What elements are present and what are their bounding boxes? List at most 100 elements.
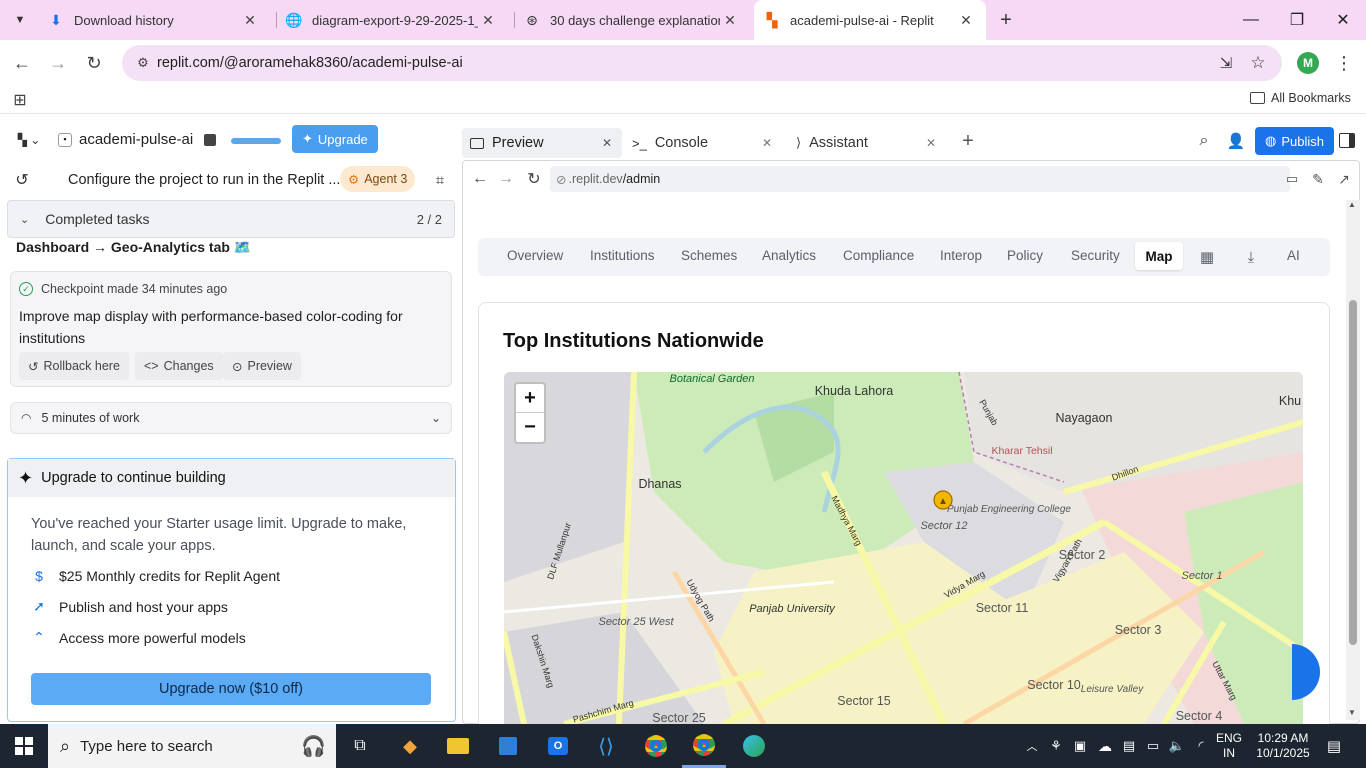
scroll-up-icon[interactable]: ▲ [1348, 200, 1356, 209]
tab-download-history[interactable]: ⬇ Download history ✕ [38, 0, 270, 40]
nav-security[interactable]: Security [1071, 248, 1120, 263]
nav-map-active[interactable]: Map [1135, 242, 1183, 270]
close-icon[interactable]: ✕ [240, 12, 260, 29]
new-tab-icon[interactable]: + [994, 8, 1018, 32]
add-tab-icon[interactable]: + [958, 130, 978, 152]
close-icon[interactable]: ✕ [926, 136, 946, 150]
language-indicator[interactable]: ENG IN [1212, 724, 1246, 768]
nav-analytics[interactable]: Analytics [762, 248, 816, 263]
nav-ai[interactable]: AI [1287, 248, 1300, 263]
back-icon[interactable]: ← [470, 169, 490, 189]
preview-button[interactable]: ⊙ Preview [223, 352, 301, 380]
zoom-in-button[interactable]: + [516, 384, 544, 413]
nav-overview[interactable]: Overview [507, 248, 563, 263]
close-window-button[interactable]: ✕ [1320, 0, 1366, 40]
profile-avatar[interactable]: M [1297, 52, 1319, 74]
file-explorer-icon[interactable] [436, 724, 480, 768]
nav-compliance[interactable]: Compliance [843, 248, 914, 263]
close-icon[interactable]: ✕ [720, 12, 740, 29]
download-icon[interactable]: ⤓ [1242, 248, 1260, 266]
wifi-icon[interactable]: ◜ [1190, 724, 1212, 768]
apps-grid-icon[interactable]: ⊞ [10, 90, 30, 110]
tab-console[interactable]: >_ Console ✕ [632, 128, 782, 158]
vscode-icon[interactable]: ⟨⟩ [584, 724, 628, 768]
devtools-icon[interactable]: ✎ [1308, 169, 1328, 189]
close-icon[interactable]: ✕ [478, 12, 498, 29]
tab-diagram-export[interactable]: 🌐 diagram-export-9-29-2025-1_2 ✕ [276, 0, 508, 40]
close-icon[interactable]: ✕ [762, 136, 782, 150]
zoom-out-button[interactable]: − [516, 413, 544, 442]
close-icon[interactable]: ✕ [602, 136, 622, 150]
battery-icon[interactable]: ▭ [1142, 724, 1164, 768]
tab-search-icon[interactable]: ▼ [8, 8, 32, 32]
new-chat-icon[interactable]: ⌗ [430, 170, 450, 190]
upgrade-button[interactable]: ✦ Upgrade [292, 125, 378, 153]
upgrade-now-button[interactable]: Upgrade now ($10 off) [31, 673, 431, 705]
close-icon[interactable]: ✕ [956, 12, 976, 29]
map-label: Sector 15 [837, 694, 891, 708]
preview-scrollbar[interactable]: ▲ ▼ [1346, 200, 1360, 720]
chrome-profile-k-icon[interactable] [634, 724, 678, 768]
scroll-down-icon[interactable]: ▼ [1348, 708, 1356, 717]
qr-code-icon[interactable]: ▦ [1198, 248, 1216, 266]
meet-now-icon[interactable]: ▣ [1070, 724, 1090, 768]
site-info-icon[interactable]: ⚙ [134, 54, 152, 72]
forward-icon[interactable]: → [496, 169, 516, 189]
completed-tasks-bar[interactable]: ⌄ Completed tasks 2 / 2 [7, 200, 455, 238]
reload-icon[interactable]: ↻ [524, 169, 544, 189]
work-duration-bar[interactable]: ◠ 5 minutes of work ⌄ [10, 402, 452, 434]
tab-30-days[interactable]: ⊛ 30 days challenge explanation ✕ [514, 0, 750, 40]
search-box[interactable]: ⌕ Type here to search 🎧 [48, 724, 336, 768]
changes-button[interactable]: <> Changes [135, 352, 223, 380]
copilot-icon[interactable]: ◆ [388, 724, 432, 768]
tray-app-icon[interactable]: ⚘ [1046, 724, 1066, 768]
nav-schemes[interactable]: Schemes [681, 248, 737, 263]
all-bookmarks-button[interactable]: All Bookmarks [1250, 91, 1351, 105]
search-icon[interactable]: ⌕ [1194, 131, 1214, 151]
invite-user-icon[interactable]: 👤 [1226, 131, 1246, 151]
notifications-icon[interactable]: ▤ [1320, 724, 1348, 768]
tab-preview[interactable]: Preview ✕ [462, 128, 622, 158]
institutions-map[interactable]: Botanical Garden Khuda Lahora Nayagaon K… [504, 372, 1303, 724]
volume-icon[interactable]: 🔈 [1166, 724, 1188, 768]
devices-icon[interactable]: ▭ [1282, 169, 1302, 189]
nav-institutions[interactable]: Institutions [590, 248, 655, 263]
nav-policy[interactable]: Policy [1007, 248, 1043, 263]
preview-url-bar[interactable]: ⊘ .replit.dev /admin [550, 166, 1290, 192]
menu-dots-icon[interactable]: ⋮ [1334, 52, 1354, 74]
stop-icon[interactable] [204, 134, 216, 146]
scrollbar-thumb[interactable] [1349, 300, 1357, 645]
start-button[interactable] [0, 724, 48, 768]
nav-interop[interactable]: Interop [940, 248, 982, 263]
edge-icon[interactable] [732, 724, 776, 768]
reload-icon[interactable]: ↻ [79, 48, 109, 78]
bookmark-star-icon[interactable]: ☆ [1248, 53, 1268, 73]
back-icon[interactable]: ← [7, 48, 37, 78]
minimize-button[interactable]: — [1228, 0, 1274, 40]
history-icon[interactable]: ↺ [12, 170, 32, 190]
replit-menu-icon[interactable]: ▚ ⌄ [14, 132, 44, 148]
agent-badge[interactable]: ⚙ Agent 3 [340, 166, 416, 192]
rocket-icon: ➚ [33, 598, 45, 614]
tab-assistant[interactable]: ⟩ Assistant ✕ [796, 128, 946, 158]
open-external-icon[interactable]: ↗ [1334, 169, 1354, 189]
install-app-icon[interactable]: ⇲ [1216, 53, 1236, 73]
restore-button[interactable]: ❐ [1274, 0, 1320, 40]
task-view-icon[interactable]: ⧉ [338, 724, 382, 768]
address-text[interactable]: replit.com/@arorameha​k8360/academi-puls… [157, 55, 463, 71]
chrome-profile-m-icon[interactable] [682, 724, 726, 768]
show-hidden-icons[interactable]: ︿ [1022, 724, 1042, 768]
onedrive-icon[interactable]: ☁ [1094, 724, 1116, 768]
tab-replit[interactable]: ▚ academi-pulse-ai - Replit ✕ [754, 0, 986, 40]
rollback-button[interactable]: ↺ Rollback here [19, 352, 129, 380]
layout-toggle-icon[interactable] [1339, 133, 1355, 148]
tab-label: Preview [492, 135, 544, 151]
network-icon[interactable]: ▤ [1118, 724, 1140, 768]
address-bar[interactable]: ⚙ replit.com/@arorameha​k8360/academi-pu… [122, 45, 1282, 81]
outlook-icon[interactable]: O [536, 724, 580, 768]
forward-icon[interactable]: → [43, 48, 73, 78]
clock[interactable]: 10:29 AM 10/1/2025 [1250, 724, 1316, 768]
project-selector[interactable]: ▪ academi-pulse-ai [58, 131, 193, 148]
store-icon[interactable] [486, 724, 530, 768]
publish-button[interactable]: ◍ Publish [1255, 127, 1334, 155]
